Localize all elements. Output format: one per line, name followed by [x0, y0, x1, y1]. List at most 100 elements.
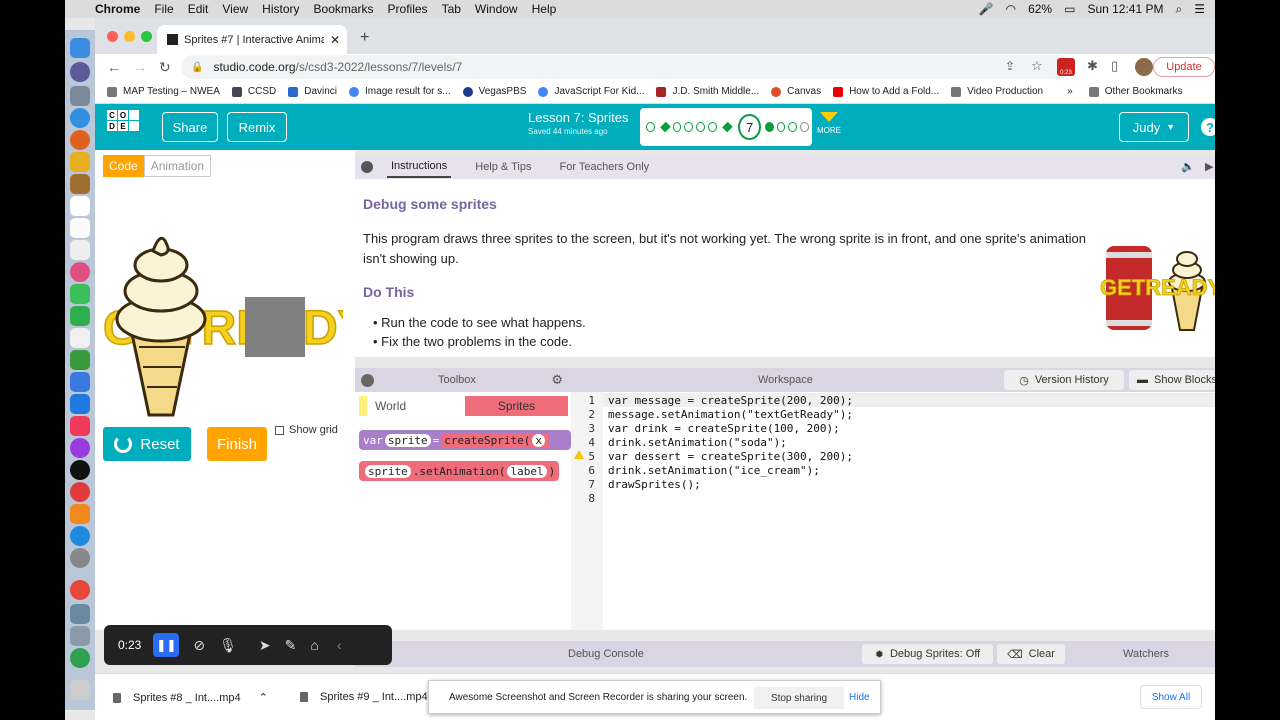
- url-input[interactable]: 🔒 studio.code.org /s/csd3-2022/lessons/7…: [181, 55, 1071, 79]
- code-line[interactable]: var dessert = createSprite(300, 200);: [608, 450, 853, 463]
- numbers-icon[interactable]: [70, 350, 90, 370]
- clear-console-button[interactable]: ⌫ Clear: [997, 644, 1065, 664]
- pause-recording-button[interactable]: ❚❚: [153, 633, 180, 657]
- show-all-downloads-button[interactable]: Show All: [1140, 685, 1202, 709]
- set-animation-block[interactable]: sprite .setAnimation( label ): [359, 461, 560, 481]
- control-center-icon[interactable]: ☰: [1194, 2, 1205, 16]
- safari-icon[interactable]: [70, 108, 90, 128]
- code-line[interactable]: var drink = createSprite(100, 200);: [608, 422, 840, 435]
- menu-history[interactable]: History: [262, 2, 299, 16]
- close-window-button[interactable]: [107, 31, 118, 42]
- watchers-panel-title[interactable]: Watchers: [1123, 648, 1169, 660]
- show-grid-toggle[interactable]: Show grid: [275, 424, 338, 436]
- bookmark-item[interactable]: Davinci: [288, 86, 337, 97]
- finder-icon[interactable]: [70, 38, 90, 58]
- level-diamond[interactable]: [721, 121, 733, 133]
- eraser-tool-icon[interactable]: ⌂: [310, 637, 318, 653]
- hide-notice-button[interactable]: Hide: [849, 692, 870, 703]
- bookmark-item[interactable]: MAP Testing – NWEA: [107, 86, 220, 97]
- bookmark-item[interactable]: Image result for s...: [349, 86, 451, 97]
- menu-help[interactable]: Help: [532, 2, 557, 16]
- level-diamond[interactable]: [659, 121, 671, 133]
- codeorg-logo[interactable]: C O D E: [107, 110, 141, 144]
- level-dot[interactable]: [707, 122, 717, 132]
- photos-app-icon[interactable]: [70, 262, 90, 282]
- menu-window[interactable]: Window: [475, 2, 518, 16]
- bookmark-item[interactable]: Canvas: [771, 86, 821, 97]
- play-audio-icon[interactable]: ▶: [1205, 160, 1213, 173]
- chevron-up-icon[interactable]: ⌃: [259, 691, 268, 704]
- other-bookmarks[interactable]: Other Bookmarks: [1088, 86, 1183, 97]
- battery-icon[interactable]: ▭: [1064, 2, 1075, 16]
- reset-button[interactable]: Reset: [103, 427, 191, 461]
- chrome-icon[interactable]: [70, 580, 90, 600]
- share-button[interactable]: Share: [162, 112, 218, 142]
- remix-button[interactable]: Remix: [227, 112, 287, 142]
- forward-icon[interactable]: →: [133, 59, 147, 75]
- level-dot[interactable]: [800, 122, 810, 132]
- code-line[interactable]: drink.setAnimation("ice_cream");: [608, 464, 820, 477]
- collapse-toolbar-icon[interactable]: ‹: [337, 637, 342, 653]
- expected-result-image[interactable]: GETREADY: [1100, 230, 1215, 345]
- stop-sharing-button[interactable]: Stop sharing: [754, 687, 844, 709]
- help-icon[interactable]: ?: [1201, 118, 1215, 136]
- bookmark-star-icon[interactable]: ☆: [1031, 58, 1043, 74]
- books-icon[interactable]: [70, 504, 90, 524]
- app-store-icon[interactable]: [70, 394, 90, 414]
- keynote-icon[interactable]: [70, 328, 90, 348]
- tab-teachers-only[interactable]: For Teachers Only: [556, 157, 654, 177]
- debug-sprites-button[interactable]: ✹ Debug Sprites: Off: [862, 644, 993, 664]
- music-icon[interactable]: [70, 416, 90, 436]
- browser-tab[interactable]: Sprites #7 | Interactive Animati ✕: [157, 25, 347, 54]
- tab-instructions[interactable]: Instructions: [387, 156, 452, 178]
- category-world[interactable]: World: [359, 396, 462, 416]
- menu-edit[interactable]: Edit: [188, 2, 209, 16]
- rocket-icon[interactable]: [70, 86, 90, 106]
- level-dot[interactable]: [776, 122, 786, 132]
- create-sprite-block[interactable]: var sprite = createSprite(x: [359, 430, 571, 450]
- show-grid-checkbox[interactable]: [275, 425, 284, 435]
- tab-help-tips[interactable]: Help & Tips: [471, 157, 535, 177]
- level-dot[interactable]: [788, 122, 798, 132]
- lesson-title[interactable]: Lesson 7: Sprites: [528, 110, 628, 125]
- preview-icon[interactable]: [70, 604, 90, 624]
- launchpad-icon[interactable]: [70, 62, 90, 82]
- news-icon[interactable]: [70, 482, 90, 502]
- gear-icon[interactable]: ⚙: [551, 372, 563, 388]
- menu-app-name[interactable]: Chrome: [95, 2, 140, 16]
- level-dot[interactable]: [684, 122, 694, 132]
- lock-icon[interactable]: 🔒: [191, 62, 203, 73]
- finish-button[interactable]: Finish: [207, 427, 267, 461]
- zoom-window-button[interactable]: [141, 31, 152, 42]
- photos-icon[interactable]: [70, 152, 90, 172]
- recording-extension-icon[interactable]: 0:23: [1057, 58, 1075, 76]
- messages-icon[interactable]: [70, 284, 90, 304]
- update-button[interactable]: Update: [1153, 57, 1215, 77]
- wifi-icon[interactable]: ◠: [1006, 2, 1016, 16]
- bookmarks-overflow[interactable]: »: [1067, 86, 1073, 97]
- bookmark-item[interactable]: JavaScript For Kid...: [538, 86, 644, 97]
- maps-icon[interactable]: [70, 526, 90, 546]
- collapse-toolbox-icon[interactable]: [361, 373, 374, 387]
- reload-icon[interactable]: ↻: [159, 59, 171, 76]
- notes-icon[interactable]: [70, 174, 90, 194]
- show-blocks-button[interactable]: ▬ Show Blocks: [1129, 370, 1215, 390]
- download-icon[interactable]: [70, 372, 90, 392]
- bookmark-item[interactable]: CCSD: [231, 86, 276, 97]
- trash-icon[interactable]: [70, 680, 90, 700]
- sidepanel-icon[interactable]: ▯: [1111, 58, 1118, 74]
- download-item[interactable]: Sprites #8 _ Int....mp4 ⌃: [113, 691, 268, 704]
- current-level[interactable]: 7: [738, 114, 761, 140]
- cursor-icon[interactable]: ➤: [259, 637, 271, 654]
- microphone-icon[interactable]: 🎙: [219, 637, 237, 654]
- system-preferences-icon[interactable]: [70, 548, 90, 568]
- code-editor[interactable]: var message = createSprite(200, 200); me…: [571, 392, 1215, 630]
- tab-close-icon[interactable]: ✕: [330, 33, 340, 47]
- screenshot-icon[interactable]: [70, 626, 90, 646]
- clock[interactable]: Sun 12:41 PM: [1087, 2, 1163, 16]
- profile-avatar[interactable]: [1135, 58, 1153, 76]
- menu-bookmarks[interactable]: Bookmarks: [314, 2, 374, 16]
- category-sprites[interactable]: Sprites: [465, 396, 568, 416]
- spotlight-search-icon[interactable]: ⌕: [1176, 2, 1183, 17]
- code-line[interactable]: drawSprites();: [608, 478, 701, 491]
